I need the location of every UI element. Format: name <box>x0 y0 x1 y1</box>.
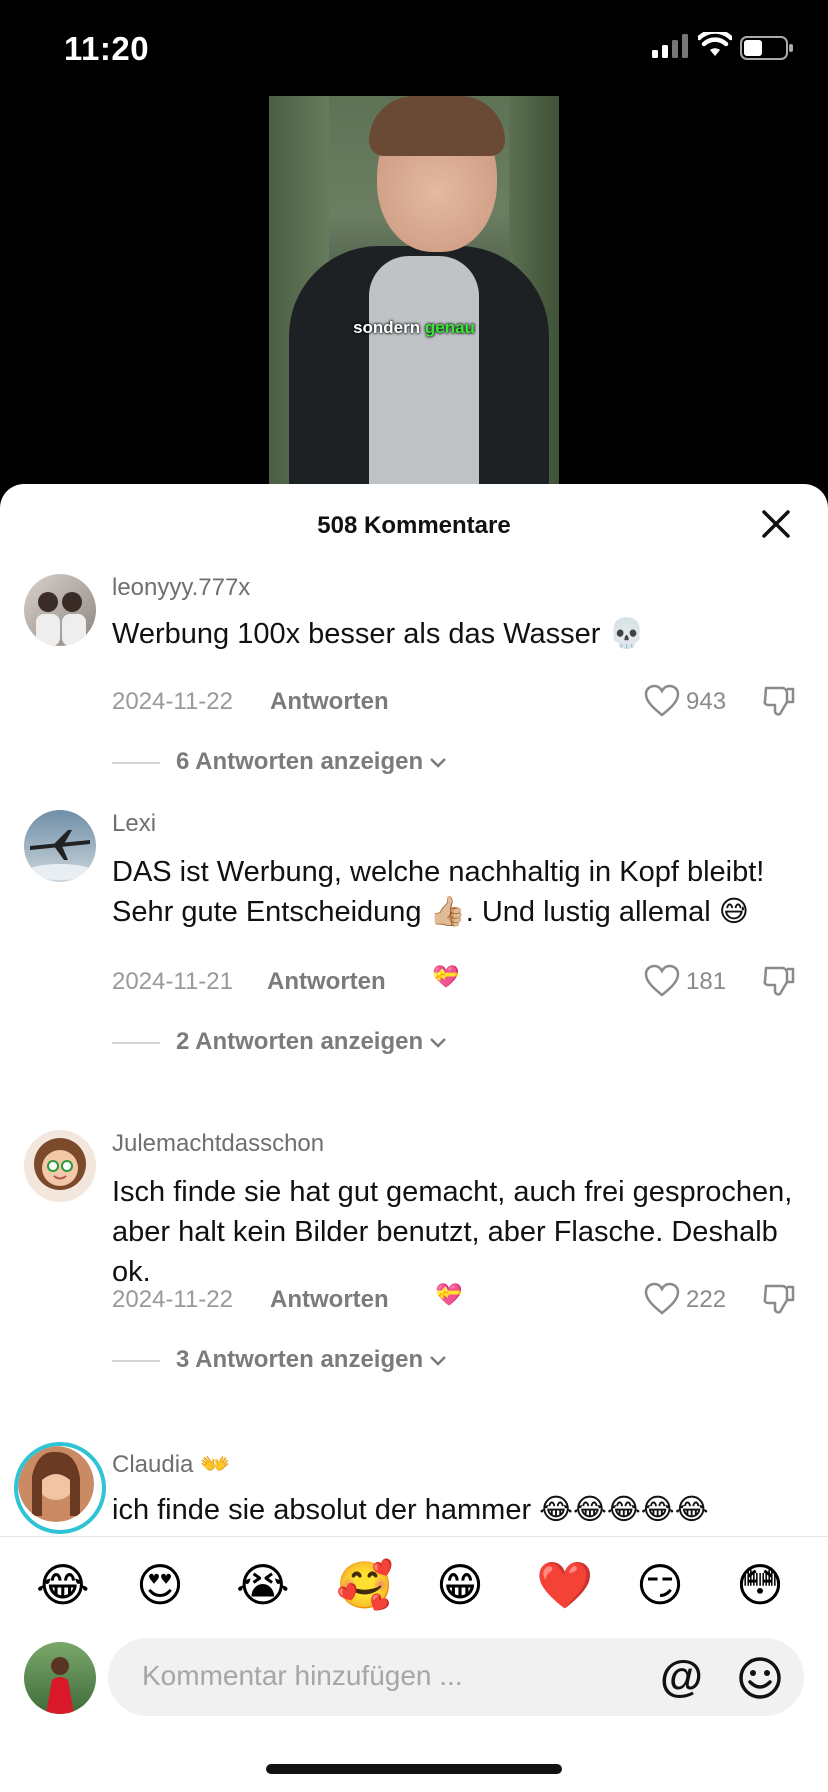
emoji-button[interactable]: ❤️ <box>536 1557 593 1613</box>
dislike-icon[interactable] <box>762 684 796 718</box>
like-heart-icon[interactable] <box>644 1282 680 1316</box>
avatar[interactable] <box>24 810 96 882</box>
comment-item: Julemachtdasschon Isch finde sie hat gut… <box>0 1130 828 1380</box>
comment-date: 2024-11-22 <box>112 1286 233 1313</box>
comments-sheet: 508 Kommentare leonyyy.777x Werbung 100x… <box>0 484 828 1792</box>
emoji-button[interactable]: 😁 <box>436 1557 484 1613</box>
chevron-down-icon <box>430 757 447 768</box>
reply-button[interactable]: Antworten <box>270 1286 389 1314</box>
comment-input[interactable]: Kommentar hinzufügen ... @ <box>108 1638 804 1716</box>
battery-icon <box>740 36 793 60</box>
creator-liked-badge: 💝 <box>432 964 460 989</box>
avatar-story-ring[interactable] <box>14 1442 106 1534</box>
emoji-button[interactable]: 😳 <box>736 1557 784 1613</box>
my-avatar <box>24 1642 96 1714</box>
avatar[interactable] <box>24 1130 96 1202</box>
video-caption: sondern genau <box>353 318 475 337</box>
status-time: 11:20 <box>64 30 150 67</box>
cellular-signal-icon <box>652 34 688 58</box>
like-count: 222 <box>686 1286 727 1313</box>
like-count: 943 <box>686 688 727 715</box>
emoji-button[interactable]: 😭 <box>236 1557 290 1613</box>
close-icon[interactable] <box>758 506 794 542</box>
emoji-picker-icon[interactable] <box>738 1656 782 1700</box>
comment-username[interactable]: Claudia 👐 <box>112 1450 230 1479</box>
comment-item: leonyyy.777x Werbung 100x besser als das… <box>0 572 828 775</box>
show-replies-button[interactable]: 2 Antworten anzeigen <box>112 1028 447 1056</box>
like-heart-icon[interactable] <box>644 964 680 998</box>
wifi-icon <box>698 32 732 56</box>
show-replies-button[interactable]: 3 Antworten anzeigen <box>112 1346 447 1374</box>
like-count: 181 <box>686 968 727 995</box>
reply-button[interactable]: Antworten <box>270 688 389 716</box>
emoji-button[interactable]: 🥰 <box>336 1557 393 1613</box>
like-heart-icon[interactable] <box>644 684 680 718</box>
comment-username[interactable]: Julemachtdasschon <box>112 1130 324 1158</box>
show-replies-button[interactable]: 6 Antworten anzeigen <box>112 748 447 776</box>
status-bar: 11:20 <box>0 0 828 96</box>
comment-text: DAS ist Werbung, welche nachhaltig in Ko… <box>112 856 765 928</box>
comment-date: 2024-11-21 <box>112 968 233 995</box>
mention-at-icon[interactable]: @ <box>660 1652 703 1702</box>
comment-text: Isch finde sie hat gut gemacht, auch fre… <box>112 1176 793 1288</box>
dislike-icon[interactable] <box>762 964 796 998</box>
chevron-down-icon <box>430 1037 447 1048</box>
comment-text: ich finde sie absolut der hammer 😂😂😂😂😂 <box>112 1494 709 1526</box>
comment-date: 2024-11-22 <box>112 688 233 715</box>
comment-input-placeholder: Kommentar hinzufügen ... <box>142 1660 463 1691</box>
emoji-button[interactable]: 😏 <box>636 1557 684 1613</box>
reply-button[interactable]: Antworten <box>267 968 386 996</box>
avatar[interactable] <box>24 574 96 646</box>
emoji-quick-bar: 😂 😍 😭 🥰 😁 ❤️ 😏 😳 <box>0 1536 828 1629</box>
comment-text: Werbung 100x besser als das Wasser 💀 <box>112 618 645 650</box>
video-preview[interactable]: sondern genau <box>269 96 559 488</box>
comments-title: 508 Kommentare <box>317 512 511 539</box>
dislike-icon[interactable] <box>762 1282 796 1316</box>
chevron-down-icon <box>430 1355 447 1366</box>
creator-liked-badge: 💝 <box>435 1282 463 1307</box>
comment-username[interactable]: Lexi <box>112 810 156 838</box>
emoji-button[interactable]: 😍 <box>136 1557 184 1613</box>
home-indicator[interactable] <box>266 1764 562 1774</box>
emoji-button[interactable]: 😂 <box>36 1557 90 1613</box>
comment-item: Lexi DAS ist Werbung, welche nachhaltig … <box>0 810 828 1060</box>
comment-username[interactable]: leonyyy.777x <box>112 574 250 602</box>
